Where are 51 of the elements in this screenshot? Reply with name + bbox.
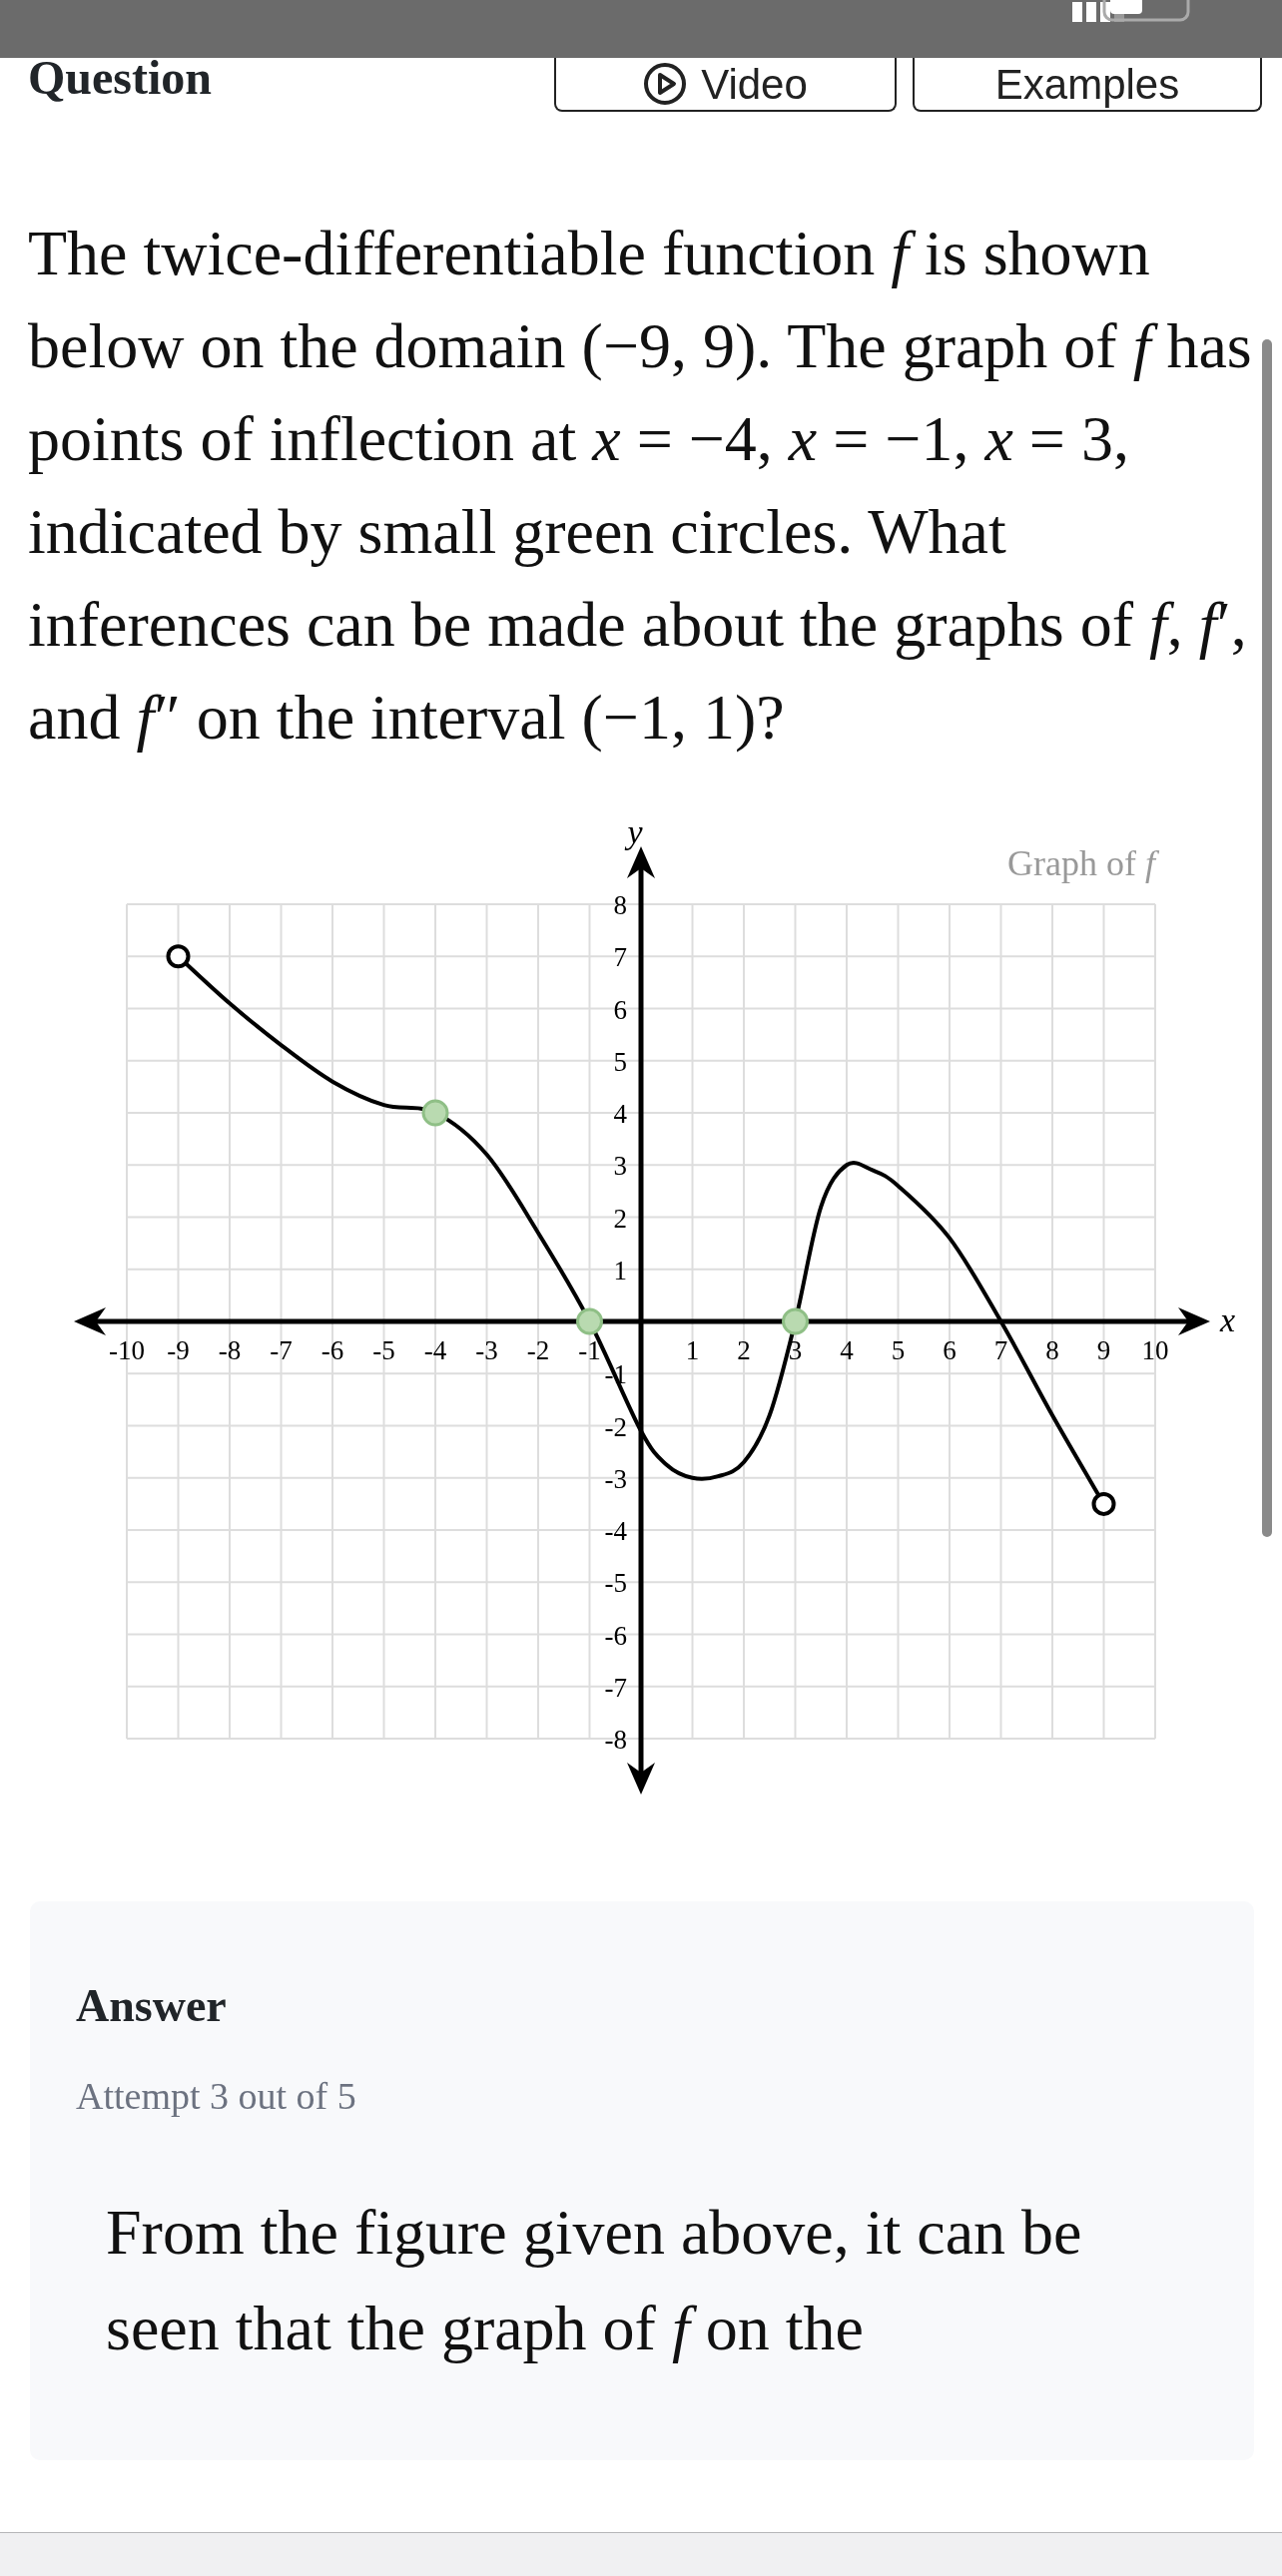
answer-heading: Answer xyxy=(76,1979,228,2033)
tick-label: 6 xyxy=(613,994,627,1025)
inflection-point xyxy=(576,1307,603,1335)
tick-label: -3 xyxy=(475,1335,498,1365)
tick-label: 8 xyxy=(613,890,627,920)
tick-label: 5 xyxy=(891,1335,906,1365)
tick-label: -2 xyxy=(526,1335,550,1365)
tick-label: 7 xyxy=(993,1335,1008,1365)
tick-label: 2 xyxy=(613,1203,627,1234)
play-icon xyxy=(643,62,688,106)
tick-label: 7 xyxy=(613,942,627,973)
tick-label: -1 xyxy=(578,1335,601,1365)
tick-label: 8 xyxy=(1045,1335,1059,1365)
attempt-counter: Attempt 3 out of 5 xyxy=(76,2074,357,2119)
tick-label: 3 xyxy=(788,1335,803,1365)
inflection-point xyxy=(421,1099,449,1127)
tick-label: 10 xyxy=(1141,1335,1169,1365)
examples-button[interactable]: Examples xyxy=(913,58,1262,112)
tick-label: -5 xyxy=(604,1568,627,1599)
tick-label: 2 xyxy=(737,1335,751,1365)
tick-label: -6 xyxy=(320,1335,344,1365)
tick-label: 1 xyxy=(685,1335,700,1365)
tick-label: -4 xyxy=(604,1516,627,1546)
open-endpoint xyxy=(166,944,191,969)
tick-label: -7 xyxy=(604,1672,627,1703)
scrollbar[interactable] xyxy=(1262,339,1272,1537)
tick-label: -9 xyxy=(167,1335,190,1365)
inflection-point xyxy=(782,1307,809,1335)
battery-icon xyxy=(1102,0,1192,22)
tick-label: 3 xyxy=(613,1151,627,1182)
axis-label: x xyxy=(1220,1301,1236,1338)
tick-label: 5 xyxy=(613,1046,627,1077)
tick-label: -4 xyxy=(423,1335,447,1365)
tick-label: 4 xyxy=(840,1335,854,1365)
tick-label: 9 xyxy=(1096,1335,1111,1365)
tick-label: 6 xyxy=(943,1335,957,1365)
tick-label: -3 xyxy=(604,1463,627,1494)
tick-label: -8 xyxy=(604,1725,627,1755)
answer-text: From the figure given above, it can be seen that the graph of f on the xyxy=(105,2196,1083,2365)
tick-label: -8 xyxy=(218,1335,242,1365)
tick-label: -2 xyxy=(604,1411,627,1442)
tick-label: 1 xyxy=(613,1255,627,1286)
tick-label: -6 xyxy=(604,1620,627,1651)
section-title: Question xyxy=(28,54,213,102)
tick-label: -5 xyxy=(372,1335,395,1365)
video-button[interactable]: Video xyxy=(554,58,897,112)
open-endpoint xyxy=(1091,1491,1116,1516)
tick-label: -7 xyxy=(270,1335,293,1365)
tick-label: 4 xyxy=(613,1099,627,1129)
tick-label: -10 xyxy=(109,1335,145,1365)
question-text: The twice-differentiable function f is shown below on the domain (−9, 9). The graph of f has points of inflection at x = −4, x = −1, x = 3, indicated by small green circles. What inferences can be made about the graphs of f, f′, and f″ on the interval (−1, 1)? xyxy=(27,217,1253,755)
